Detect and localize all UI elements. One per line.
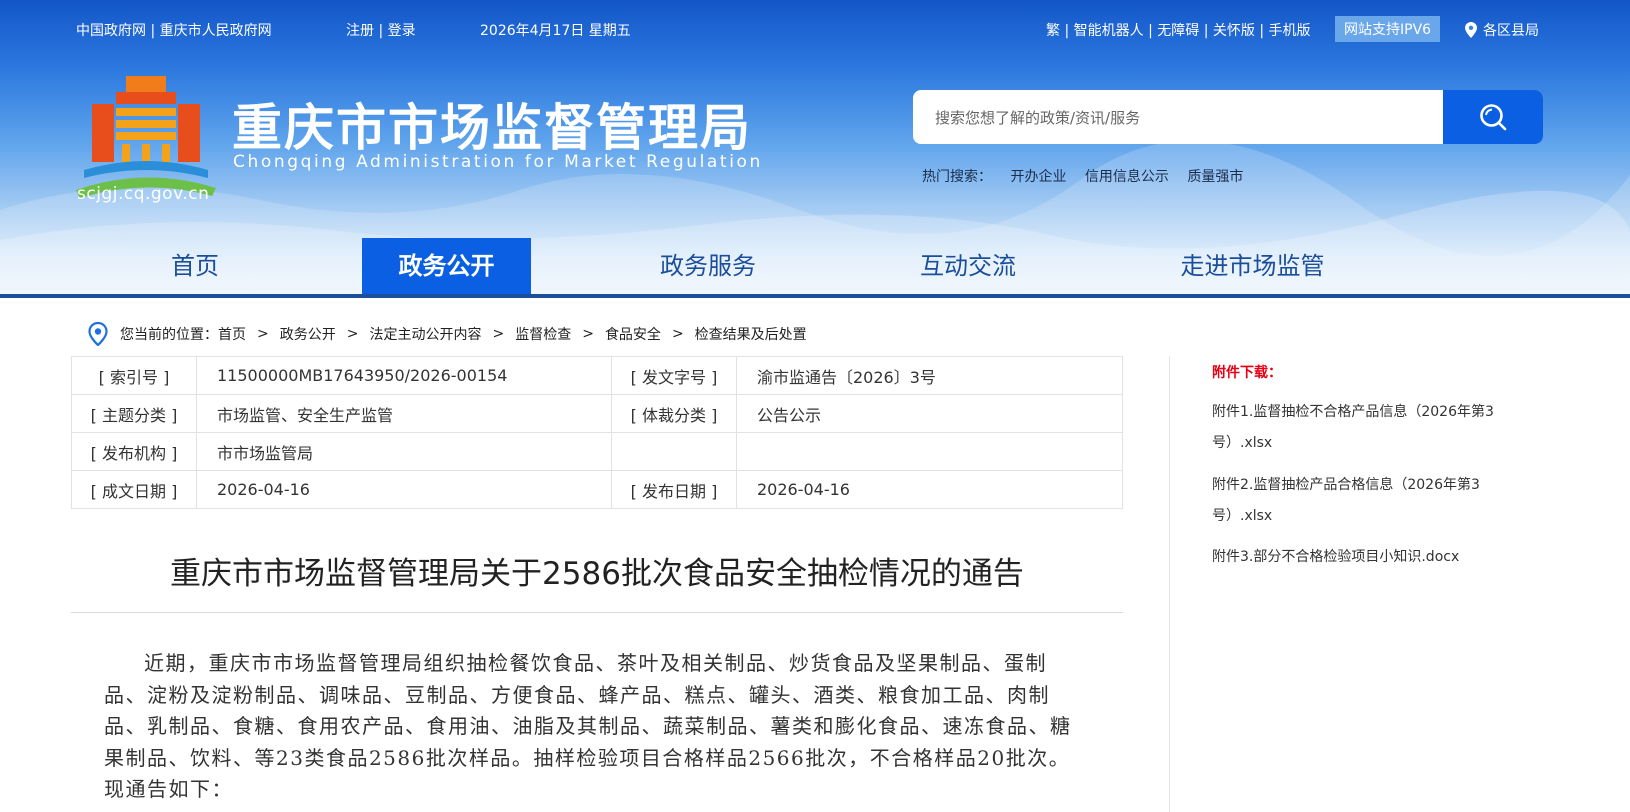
- search-box: [913, 90, 1543, 144]
- current-date: 2026年4月17日 星期五: [480, 23, 631, 39]
- site-header: 中国政府网 | 重庆市人民政府网 注册 | 登录 2026年4月17日 星期五 …: [0, 0, 1630, 295]
- location-pin-icon: [88, 322, 108, 346]
- table-row: [ 主题分类 ] 市场监管、安全生产监管 [ 体裁分类 ] 公告公示: [71, 394, 1123, 433]
- gov-site-link[interactable]: 中国政府网: [76, 23, 146, 39]
- attachment-link[interactable]: 附件1.监督抽检不合格产品信息（2026年第3号）.xlsx: [1212, 397, 1512, 459]
- mobile-link[interactable]: 手机版: [1269, 23, 1311, 39]
- divider: |: [1148, 23, 1158, 39]
- care-mode-link[interactable]: 关怀版: [1213, 23, 1255, 39]
- site-title: 重庆市市场监督管理局: [232, 99, 752, 157]
- title-divider: [71, 612, 1123, 613]
- meta-value: 11500000MB17643950/2026-00154: [196, 356, 612, 395]
- nav-gov-affairs-open[interactable]: 政务公开: [362, 238, 531, 295]
- divider: |: [1259, 23, 1269, 39]
- nav-interaction[interactable]: 互动交流: [903, 238, 1033, 294]
- attachment-link[interactable]: 附件3.部分不合格检验项目小知识.docx: [1212, 542, 1512, 573]
- main-nav: 首页 政务公开 政务服务 互动交流 走进市场监管: [0, 238, 1630, 295]
- breadcrumb-item[interactable]: 政务公开: [280, 324, 336, 344]
- site-domain: scjgj.cq.gov.cn: [77, 184, 210, 204]
- meta-value: 市场监管、安全生产监管: [196, 394, 612, 433]
- meta-empty-cell: [736, 432, 1123, 471]
- table-row: [ 发布机构 ] 市市场监管局: [71, 432, 1123, 471]
- search-button[interactable]: [1443, 90, 1543, 144]
- table-row: [ 索引号 ] 11500000MB17643950/2026-00154 [ …: [71, 356, 1123, 395]
- register-link[interactable]: 注册: [346, 23, 374, 39]
- meta-value: 市市场监管局: [196, 432, 612, 471]
- districts-link[interactable]: 各区县局: [1483, 20, 1539, 40]
- meta-label: [ 体裁分类 ]: [611, 394, 737, 433]
- breadcrumb-item[interactable]: 法定主动公开内容: [369, 324, 481, 344]
- site-subtitle: Chongqing Administration for Market Regu…: [233, 152, 763, 172]
- breadcrumb-item[interactable]: 检查结果及后处置: [695, 324, 807, 344]
- nav-gov-services[interactable]: 政务服务: [643, 238, 773, 294]
- divider: |: [1064, 23, 1074, 39]
- attachment-link[interactable]: 附件2.监督抽检产品合格信息（2026年第3号）.xlsx: [1212, 470, 1512, 532]
- search-icon: [1480, 104, 1507, 131]
- hot-search-label: 热门搜索：: [922, 169, 992, 185]
- attachments-heading: 附件下载：: [1212, 365, 1282, 381]
- nav-home[interactable]: 首页: [140, 238, 250, 294]
- breadcrumb-separator: >: [582, 326, 594, 342]
- accessibility-link[interactable]: 无障碍: [1157, 23, 1199, 39]
- breadcrumb-separator: >: [671, 326, 684, 342]
- breadcrumb-label: 您当前的位置：: [120, 327, 218, 343]
- article-body: 近期，重庆市市场监督管理局组织抽检餐饮食品、茶叶及相关制品、炒货食品及坚果制品、…: [104, 651, 1072, 801]
- table-row: [ 成文日期 ] 2026-04-16 [ 发布日期 ] 2026-04-16: [71, 470, 1123, 509]
- divider: |: [378, 23, 388, 39]
- breadcrumb-item[interactable]: 首页: [218, 324, 246, 344]
- divider: |: [150, 23, 160, 39]
- meta-label: [ 主题分类 ]: [71, 394, 197, 433]
- city-site-link[interactable]: 重庆市人民政府网: [160, 23, 272, 39]
- meta-value: 2026-04-16: [196, 470, 612, 509]
- sidebar-divider: [1169, 356, 1170, 812]
- breadcrumb-separator: >: [346, 326, 359, 342]
- hot-search-link[interactable]: 开办企业: [1010, 169, 1066, 185]
- hot-search-link[interactable]: 信用信息公示: [1085, 169, 1169, 185]
- nav-underline: [0, 294, 1630, 298]
- location-pin-icon: [1465, 22, 1477, 38]
- breadcrumb-separator: >: [492, 326, 505, 342]
- breadcrumb: 您当前的位置： 首页 > 政务公开 > 法定主动公开内容 > 监督检查 > 食品…: [88, 322, 807, 346]
- meta-value: 渝市监通告〔2026〕3号: [736, 356, 1123, 395]
- nav-about-market-regulation[interactable]: 走进市场监管: [1170, 238, 1335, 294]
- breadcrumb-item[interactable]: 监督检查: [515, 324, 571, 344]
- login-link[interactable]: 登录: [388, 23, 416, 39]
- meta-empty-cell: [611, 432, 737, 471]
- meta-label: [ 发布日期 ]: [611, 470, 737, 509]
- ipv6-badge: 网站支持IPV6: [1335, 16, 1441, 42]
- hot-search-link[interactable]: 质量强市: [1187, 169, 1243, 185]
- meta-label: [ 索引号 ]: [71, 356, 197, 395]
- divider: |: [1203, 23, 1213, 39]
- meta-label: [ 成文日期 ]: [71, 470, 197, 509]
- meta-value: 公告公示: [736, 394, 1123, 433]
- robot-link[interactable]: 智能机器人: [1074, 23, 1144, 39]
- meta-label: [ 发布机构 ]: [71, 432, 197, 471]
- hot-searches: 热门搜索： 开办企业 信用信息公示 质量强市: [922, 166, 1243, 186]
- meta-label: [ 发文字号 ]: [611, 356, 737, 395]
- breadcrumb-item[interactable]: 食品安全: [605, 324, 661, 344]
- meta-value: 2026-04-16: [736, 470, 1123, 509]
- traditional-chinese-link[interactable]: 繁: [1046, 23, 1060, 39]
- breadcrumb-separator: >: [257, 326, 269, 342]
- article-title: 重庆市市场监督管理局关于2586批次食品安全抽检情况的通告: [170, 556, 1024, 592]
- document-meta-table: [ 索引号 ] 11500000MB17643950/2026-00154 [ …: [71, 356, 1123, 509]
- search-input[interactable]: [933, 102, 1407, 134]
